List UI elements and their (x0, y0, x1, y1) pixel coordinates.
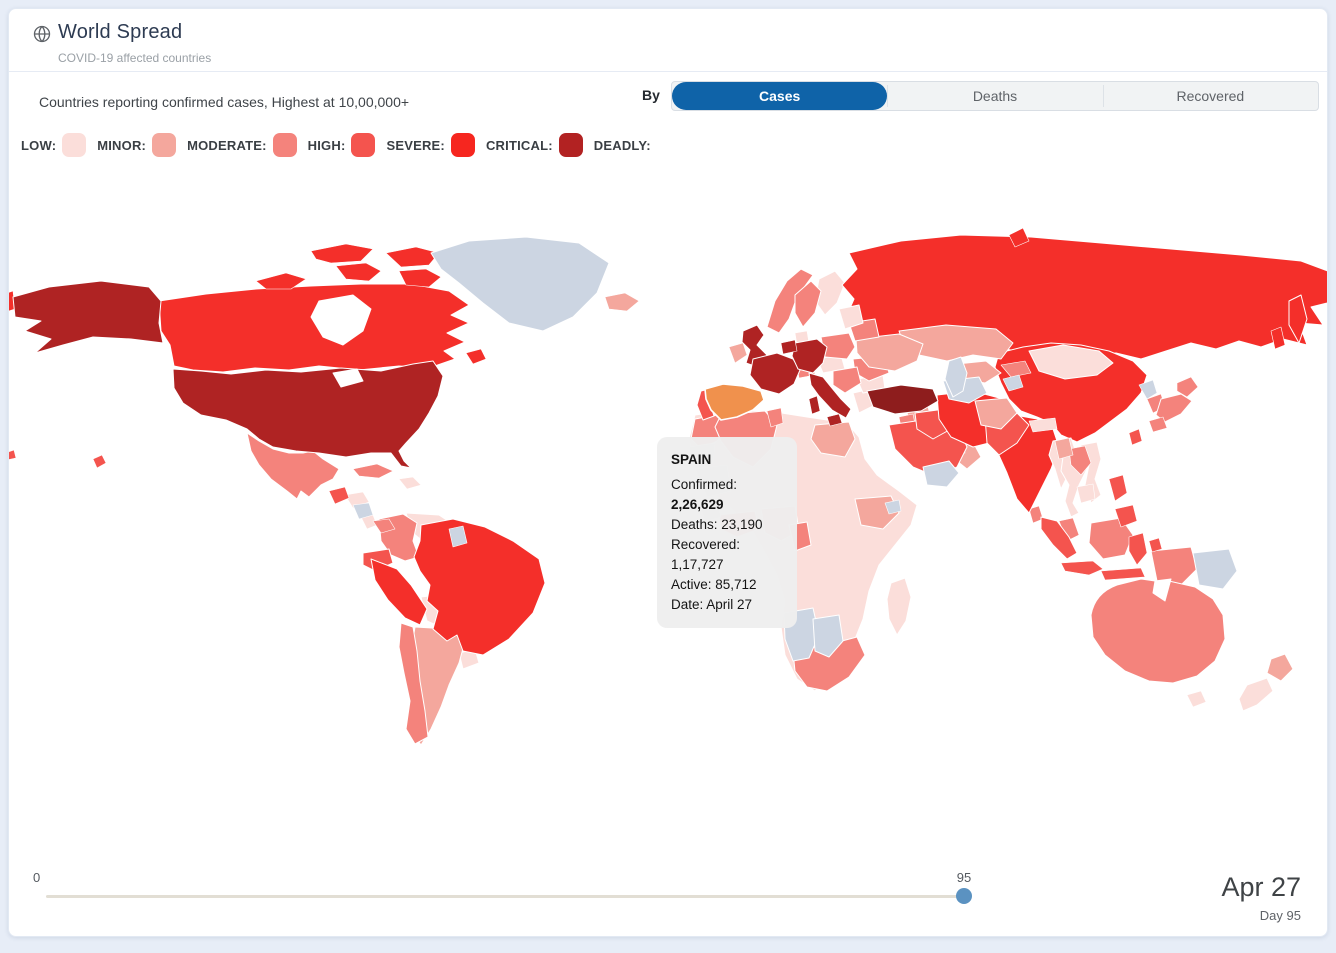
tooltip-date: Date: April 27 (671, 595, 783, 615)
slider-max-label: 95 (948, 870, 980, 885)
country-java[interactable] (1061, 561, 1103, 575)
country-philippines-luzon[interactable] (1109, 475, 1127, 501)
country-france[interactable] (750, 353, 800, 394)
country-tasmania[interactable] (1187, 691, 1206, 707)
country-west-new-guinea[interactable] (1151, 547, 1197, 585)
country-taiwan[interactable] (1129, 429, 1142, 445)
country-canada[interactable] (159, 284, 469, 372)
country-sardinia[interactable] (809, 396, 820, 414)
current-date: Apr 27 (1221, 872, 1301, 903)
country-tooltip: SPAIN Confirmed: 2,26,629 Deaths: 23,190… (657, 437, 797, 628)
tooltip-deaths: Deaths: 23,190 (671, 515, 783, 535)
day-slider-handle[interactable] (956, 888, 972, 904)
tooltip-active: Active: 85,712 (671, 575, 783, 595)
current-day: Day 95 (1260, 908, 1301, 923)
country-hispaniola[interactable] (399, 477, 421, 489)
country-usa[interactable] (173, 361, 443, 468)
country-sulawesi[interactable] (1129, 533, 1147, 565)
country-left-edge-isle[interactable] (8, 450, 16, 460)
country-cuba[interactable] (353, 464, 393, 478)
tooltip-confirmed: Confirmed: 2,26,629 (671, 475, 783, 515)
country-alaska[interactable] (13, 281, 163, 353)
country-greenland[interactable] (431, 237, 609, 331)
country-madagascar[interactable] (887, 578, 911, 635)
country-canada-island-4[interactable] (386, 247, 439, 267)
country-new-zealand-north[interactable] (1267, 654, 1293, 681)
country-guatemala[interactable] (329, 487, 349, 504)
country-balkans[interactable] (833, 367, 861, 393)
country-hawaii[interactable] (93, 455, 106, 468)
world-spread-card: World Spread COVID-19 affected countries… (8, 8, 1328, 937)
tooltip-confirmed-value: 2,26,629 (671, 497, 724, 512)
day-slider-rail[interactable] (46, 895, 964, 898)
tooltip-country-name: SPAIN (671, 450, 783, 470)
country-ireland[interactable] (729, 343, 747, 363)
country-papua-new-guinea[interactable] (1193, 549, 1237, 589)
country-lesser-sunda[interactable] (1101, 568, 1145, 580)
tooltip-recovered: Recovered: 1,17,727 (671, 535, 783, 575)
slider-min-label: 0 (33, 870, 40, 885)
country-canada-island-2[interactable] (311, 244, 373, 263)
country-canada-island-3[interactable] (336, 263, 381, 281)
country-newfoundland[interactable] (466, 349, 486, 364)
country-iceland[interactable] (605, 293, 639, 311)
country-new-zealand-south[interactable] (1239, 678, 1273, 711)
